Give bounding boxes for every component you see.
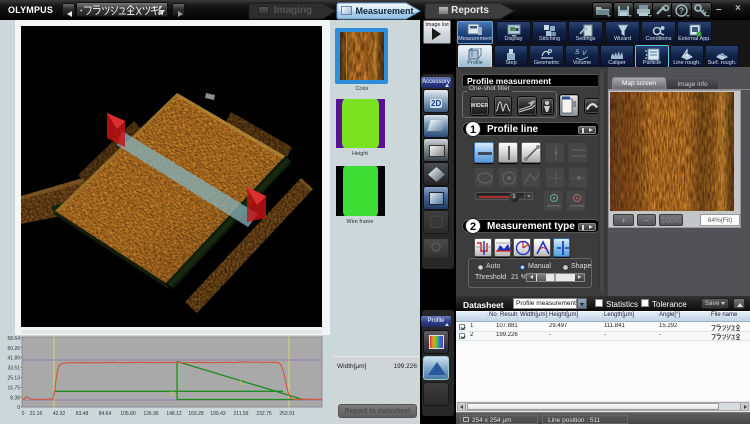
svg-text:8.38: 8.38 [10, 395, 20, 401]
svg-text:58.64: 58.64 [7, 336, 20, 342]
svg-text:253.91: 253.91 [279, 411, 295, 417]
svg-text:16.75: 16.75 [7, 385, 20, 391]
svg-text:21.16: 21.16 [30, 411, 43, 417]
svg-text:S: S [575, 49, 580, 56]
svg-text:232.75: 232.75 [256, 411, 272, 417]
svg-text:105.80: 105.80 [120, 411, 136, 417]
svg-text:126.96: 126.96 [143, 411, 159, 417]
svg-text:50.26: 50.26 [7, 346, 20, 352]
svg-text:211.59: 211.59 [234, 411, 249, 417]
svg-text:V: V [582, 50, 587, 57]
svg-text:41.89: 41.89 [7, 356, 20, 362]
svg-text:84.64: 84.64 [99, 411, 112, 417]
svg-text:148.12: 148.12 [166, 411, 182, 417]
svg-text:33.51: 33.51 [7, 366, 20, 372]
svg-text:25.13: 25.13 [7, 376, 20, 382]
svg-text:?: ? [679, 6, 684, 16]
svg-text:0: 0 [22, 411, 25, 417]
svg-text:63.48: 63.48 [76, 411, 89, 417]
svg-text:169.28: 169.28 [188, 411, 204, 417]
svg-text:0: 0 [17, 405, 20, 411]
svg-text:190.43: 190.43 [210, 411, 226, 417]
svg-text:42.32: 42.32 [53, 411, 66, 417]
